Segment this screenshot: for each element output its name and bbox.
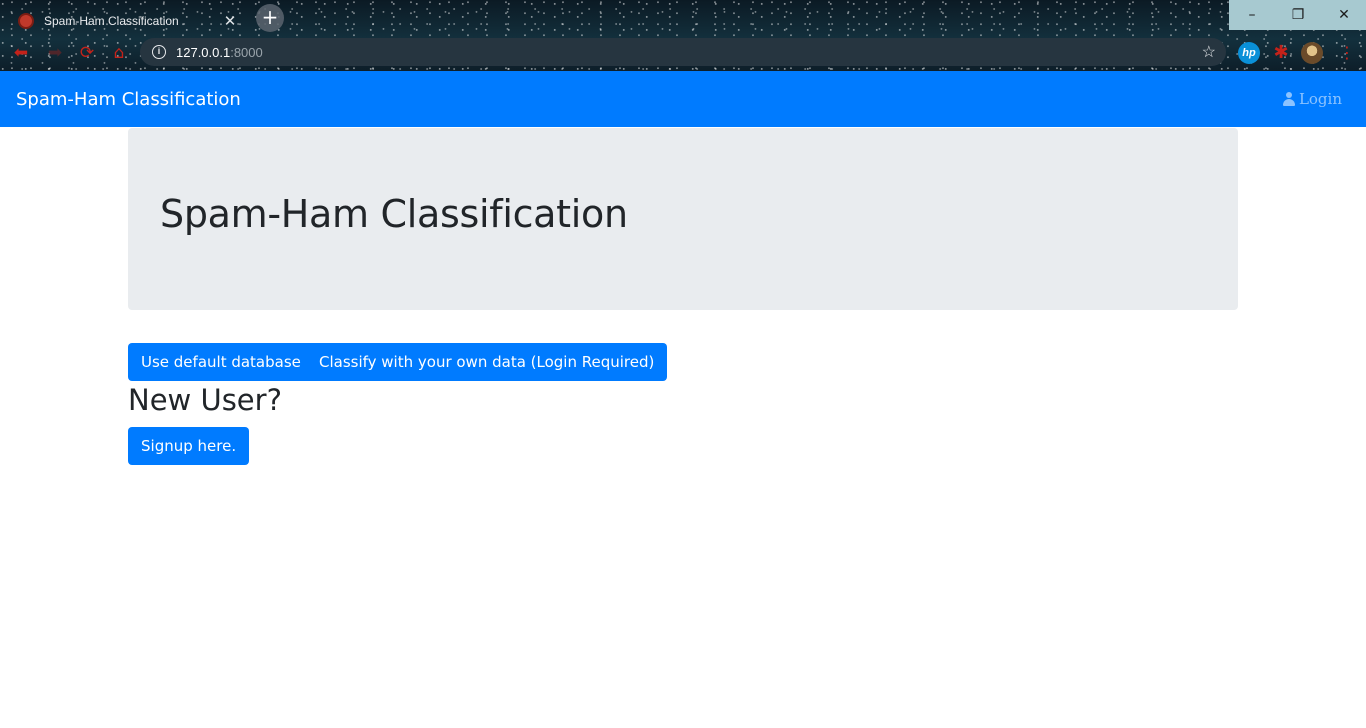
tab-close-icon[interactable]: ✕ bbox=[222, 12, 238, 30]
hp-extension-icon[interactable]: hp bbox=[1238, 42, 1260, 64]
address-bar[interactable]: i 127.0.0.1:8000 ☆ bbox=[140, 38, 1226, 66]
classify-own-data-button[interactable]: Classify with your own data (Login Requi… bbox=[306, 343, 668, 381]
window-minimize-button[interactable]: – bbox=[1229, 0, 1275, 30]
forward-icon[interactable]: ➡ bbox=[44, 42, 66, 64]
browser-toolbar: ⬅ ➡ ⟳ ⌂ i 127.0.0.1:8000 ☆ hp ✱ ⋮ bbox=[0, 36, 1366, 70]
url-port: :8000 bbox=[230, 44, 263, 60]
browser-chrome: Spam-Ham Classification ✕ + – ❐ ✕ ⬅ ➡ ⟳ … bbox=[0, 0, 1366, 71]
window-restore-button[interactable]: ❐ bbox=[1275, 0, 1321, 30]
browser-tab[interactable]: Spam-Ham Classification ✕ bbox=[8, 4, 248, 38]
new-user-heading: New User? bbox=[128, 383, 282, 417]
menu-icon[interactable]: ⋮ bbox=[1336, 42, 1358, 64]
home-icon[interactable]: ⌂ bbox=[108, 42, 130, 64]
signup-button[interactable]: Signup here. bbox=[128, 427, 250, 465]
favicon-icon bbox=[18, 13, 34, 29]
url-host: 127.0.0.1 bbox=[176, 44, 231, 60]
login-label: Login bbox=[1298, 90, 1342, 108]
login-link[interactable]: Login bbox=[1282, 90, 1350, 108]
user-icon bbox=[1282, 92, 1295, 106]
site-navbar: Spam-Ham Classification Login bbox=[0, 71, 1366, 127]
bookmark-star-icon[interactable]: ☆ bbox=[1202, 42, 1216, 62]
new-tab-button[interactable]: + bbox=[256, 4, 284, 32]
jumbotron: Spam-Ham Classification bbox=[128, 128, 1238, 310]
reload-icon[interactable]: ⟳ bbox=[76, 42, 98, 64]
window-close-button[interactable]: ✕ bbox=[1321, 0, 1366, 30]
back-icon[interactable]: ⬅ bbox=[10, 42, 32, 64]
puzzle-extension-icon[interactable]: ✱ bbox=[1270, 42, 1292, 64]
use-default-database-button[interactable]: Use default database bbox=[128, 343, 314, 381]
tab-title: Spam-Ham Classification bbox=[44, 14, 179, 28]
page-title: Spam-Ham Classification bbox=[160, 192, 628, 236]
navbar-brand[interactable]: Spam-Ham Classification bbox=[16, 89, 241, 110]
info-icon[interactable]: i bbox=[152, 45, 166, 59]
profile-avatar-icon[interactable] bbox=[1301, 42, 1323, 64]
